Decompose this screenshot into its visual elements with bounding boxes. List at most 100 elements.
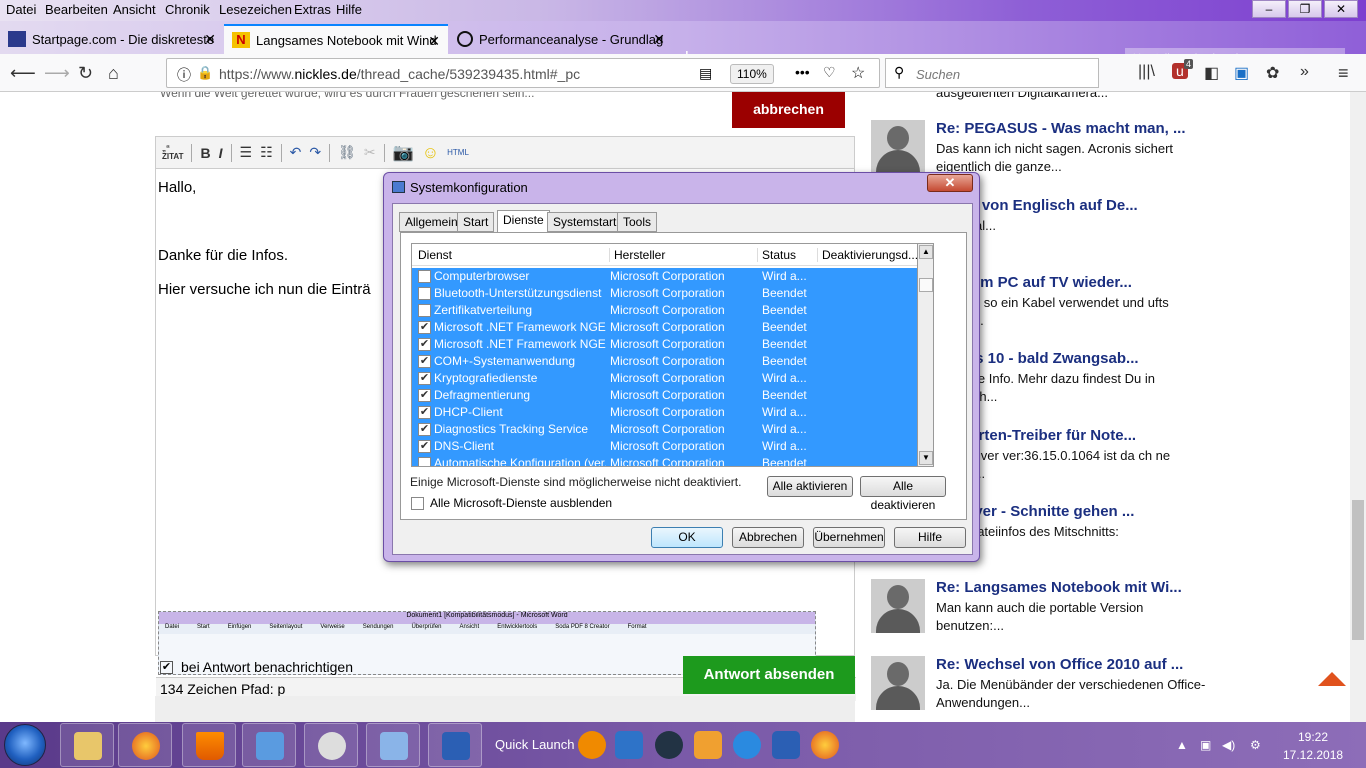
smiley-icon[interactable]: ☺ <box>422 143 439 163</box>
menu-extras[interactable]: Extras <box>294 2 331 17</box>
service-checkbox[interactable]: ✔ <box>418 423 431 436</box>
dialog-close-button[interactable]: ✕ <box>927 174 973 192</box>
service-row[interactable]: Automatische Konfiguration (ver... Micros… <box>412 455 917 466</box>
outlook-icon[interactable] <box>694 731 722 759</box>
maximize-button[interactable]: ❐ <box>1288 0 1322 18</box>
send-reply-button[interactable]: Antwort absenden <box>683 656 855 694</box>
close-tab-icon[interactable]: ✕ <box>653 31 665 48</box>
tab-startpage[interactable]: Startpage.com - Die diskreteste ✕ <box>0 24 224 54</box>
cancel-button[interactable]: Abbrechen <box>732 527 804 548</box>
enable-all-button[interactable]: Alle aktivieren <box>767 476 853 497</box>
scroll-down-icon[interactable]: ▼ <box>919 451 933 465</box>
service-checkbox[interactable] <box>418 287 431 300</box>
service-row[interactable]: Bluetooth-Unterstützungsdienst Microsoft … <box>412 285 917 302</box>
tab-tools[interactable]: Tools <box>617 212 658 232</box>
service-checkbox[interactable] <box>418 270 431 283</box>
post-title[interactable]: Re: PEGASUS - Was macht man, ... <box>936 120 1186 137</box>
close-tab-icon[interactable]: ✕ <box>428 33 440 50</box>
service-row[interactable]: ✔ Kryptografiedienste Microsoft Corporatio… <box>412 370 917 387</box>
service-row[interactable]: Zertifikatverteilung Microsoft Corporatio… <box>412 302 917 319</box>
taskbar-control-panel[interactable] <box>242 723 296 767</box>
menu-hilfe[interactable]: Hilfe <box>336 2 362 17</box>
overflow-icon[interactable]: » <box>1300 63 1309 81</box>
tray-app-icon[interactable]: ⚙ <box>1250 738 1261 752</box>
undo-icon[interactable]: ↶ <box>290 144 302 161</box>
library-icon[interactable]: |||\ <box>1138 63 1155 81</box>
notify-checkbox[interactable]: ✔ <box>160 660 173 674</box>
bullet-list-icon[interactable]: ☰ <box>240 144 253 161</box>
close-tab-icon[interactable]: ✕ <box>204 31 216 48</box>
column-header[interactable]: Deaktivierungsd... <box>817 248 918 262</box>
service-checkbox[interactable]: ✔ <box>418 440 431 453</box>
help-button[interactable]: Hilfe <box>894 527 966 548</box>
scroll-thumb[interactable] <box>919 278 933 292</box>
service-checkbox[interactable]: ✔ <box>418 338 431 351</box>
network-icon[interactable]: ▣ <box>1200 738 1211 752</box>
tab-dienste[interactable]: Dienste <box>497 210 550 233</box>
scroll-to-top-icon[interactable] <box>1318 672 1346 686</box>
italic-button[interactable]: I <box>219 145 223 161</box>
firefox-icon[interactable] <box>811 731 839 759</box>
services-list[interactable]: Dienst Hersteller Status Deaktivierungsd… <box>411 243 927 467</box>
service-row[interactable]: ✔ Defragmentierung Microsoft Corporation Be… <box>412 387 917 404</box>
redo-icon[interactable]: ↷ <box>309 144 321 161</box>
tab-performance[interactable]: Performanceanalyse - Grundlag ✕ <box>449 24 673 54</box>
numbered-list-icon[interactable]: ☷ <box>260 144 273 161</box>
service-checkbox[interactable]: ✔ <box>418 406 431 419</box>
reload-icon[interactable]: ↻ <box>78 63 93 84</box>
post-title[interactable]: Re: Langsames Notebook mit Wi... <box>936 579 1182 596</box>
pocket-icon[interactable]: ♡ <box>823 64 836 81</box>
clock[interactable]: 19:22 17.12.2018 <box>1283 728 1343 764</box>
service-row[interactable]: ✔ Microsoft .NET Framework NGEN... Microso… <box>412 336 917 353</box>
service-checkbox[interactable]: ✔ <box>418 389 431 402</box>
menu-lesezeichen[interactable]: Lesezeichen <box>219 2 292 17</box>
service-checkbox[interactable] <box>418 457 431 466</box>
taskbar-app[interactable] <box>304 723 358 767</box>
service-checkbox[interactable]: ✔ <box>418 372 431 385</box>
tab-start[interactable]: Start <box>457 212 495 232</box>
search-input[interactable]: ⚲ Suchen <box>885 58 1099 88</box>
internet-explorer-icon[interactable] <box>733 731 761 759</box>
tab-nickles[interactable]: N Langsames Notebook mit Wind ✕ <box>224 24 448 54</box>
html-button[interactable]: HTML <box>447 148 469 157</box>
word-icon[interactable] <box>772 731 800 759</box>
unlink-icon[interactable]: ✂ <box>364 144 376 161</box>
service-checkbox[interactable]: ✔ <box>418 355 431 368</box>
taskbar-word[interactable] <box>428 723 482 767</box>
home-icon[interactable]: ⌂ <box>108 63 119 84</box>
ok-button[interactable]: OK <box>651 527 723 548</box>
abort-button[interactable]: abbrechen <box>732 92 845 128</box>
scroll-thumb[interactable] <box>1352 500 1364 640</box>
apply-button[interactable]: Übernehmen <box>813 527 885 548</box>
bookmark-star-icon[interactable]: ☆ <box>851 63 865 83</box>
scroll-up-icon[interactable]: ▲ <box>919 245 933 259</box>
page-actions-icon[interactable]: ••• <box>795 64 810 80</box>
page-scrollbar[interactable] <box>1350 92 1366 722</box>
start-button[interactable] <box>4 724 46 766</box>
bold-button[interactable]: B <box>200 145 210 161</box>
service-row[interactable]: Computerbrowser Microsoft Corporation Wird… <box>412 268 917 285</box>
tab-allgemein[interactable]: Allgemein <box>399 212 464 232</box>
services-scrollbar[interactable]: ▲ ▼ <box>917 243 934 467</box>
column-header[interactable]: Hersteller <box>609 248 665 262</box>
desktop-icon[interactable] <box>615 731 643 759</box>
column-header[interactable]: Dienst <box>418 248 452 262</box>
notify-option[interactable]: ✔ bei Antwort benachrichtigen <box>160 659 353 675</box>
service-row[interactable]: ✔ COM+-Systemanwendung Microsoft Corporati… <box>412 353 917 370</box>
taskbar-explorer[interactable] <box>60 723 114 767</box>
disable-all-button[interactable]: Alle deaktivieren <box>860 476 946 512</box>
url-bar[interactable]: ⓘ 🔒 https://www.nickles.de/thread_cache/… <box>166 58 880 88</box>
service-row[interactable]: ✔ DNS-Client Microsoft Corporation Wird a..… <box>412 438 917 455</box>
info-icon[interactable]: ⓘ <box>177 65 191 85</box>
hide-ms-checkbox[interactable] <box>411 496 424 510</box>
tray-expand-icon[interactable]: ▲ <box>1176 738 1188 752</box>
taskbar-msconfig[interactable] <box>366 723 420 767</box>
close-window-button[interactable]: ✕ <box>1324 0 1358 18</box>
minimize-button[interactable]: – <box>1252 0 1286 18</box>
hide-ms-services-option[interactable]: Alle Microsoft-Dienste ausblenden <box>411 496 612 510</box>
taskbar-firefox[interactable] <box>118 723 172 767</box>
back-icon[interactable]: ⟵ <box>10 63 36 84</box>
sync-icon[interactable]: ▣ <box>1234 63 1249 83</box>
service-checkbox[interactable]: ✔ <box>418 321 431 334</box>
link-icon[interactable]: ⛓ <box>338 144 356 161</box>
